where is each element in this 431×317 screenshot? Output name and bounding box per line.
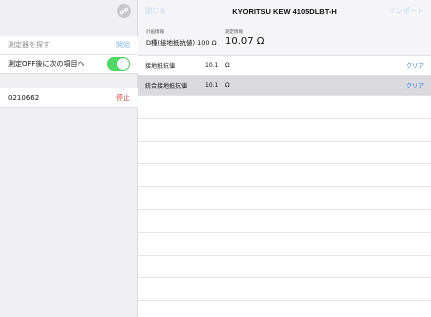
empty-row <box>138 119 431 142</box>
link-icon-glyph <box>119 7 129 15</box>
row-label: 接地抵抗値 <box>145 63 176 70</box>
top-bar: 閉じる KYORITSU KEW 4105DLBT-H インポート <box>138 0 431 22</box>
sidebar-top <box>0 0 137 22</box>
page-title: KYORITSU KEW 4105DLBT-H <box>232 6 337 16</box>
clear-button[interactable]: クリア <box>406 81 424 90</box>
plan-value: D種(接地抵抗値) 100 Ω <box>146 39 217 47</box>
empty-row <box>138 210 431 233</box>
empty-row <box>138 233 431 256</box>
empty-row <box>138 164 431 188</box>
empty-row <box>138 187 431 210</box>
row-label: 統合接地抵抗値 <box>145 83 188 90</box>
device-id: 0210662 <box>8 93 40 102</box>
table-row[interactable]: 接地抵抗値 10.1 Ω クリア <box>138 56 431 76</box>
plan-info: 計画情報 D種(接地抵抗値) 100 Ω <box>146 29 217 47</box>
next-item-toggle-row: 測定OFF後に次の項目へ <box>0 55 138 74</box>
row-unit: Ω <box>225 62 230 69</box>
measure-info: 測定情報 10.07 Ω <box>225 29 264 47</box>
search-start-button[interactable]: 開始 <box>116 40 130 50</box>
next-item-toggle-label: 測定OFF後に次の項目へ <box>8 60 85 68</box>
empty-row <box>138 278 431 302</box>
main-panel: 閉じる KYORITSU KEW 4105DLBT-H インポート 計画情報 D… <box>138 0 431 317</box>
empty-row <box>138 96 431 119</box>
measure-caption: 測定情報 <box>225 30 243 35</box>
next-item-toggle[interactable] <box>107 57 130 71</box>
table-row[interactable]: 統合接地抵抗値 10.1 Ω クリア <box>138 76 431 96</box>
stop-button[interactable]: 停止 <box>116 93 130 103</box>
search-device-label: 測定器を探す <box>8 41 50 49</box>
measure-value: 10.07 Ω <box>225 36 265 47</box>
row-value: 10.1 <box>205 62 219 69</box>
plan-caption: 計画情報 <box>146 30 164 35</box>
link-icon[interactable] <box>117 4 131 18</box>
empty-row <box>138 142 431 165</box>
empty-row <box>138 256 431 279</box>
clear-button[interactable]: クリア <box>406 61 424 70</box>
import-button[interactable]: インポート <box>389 6 424 16</box>
sidebar: 測定器を探す 開始 測定OFF後に次の項目へ 0210662 停止 <box>0 0 138 317</box>
close-button[interactable]: 閉じる <box>145 6 166 16</box>
row-value: 10.1 <box>205 82 219 89</box>
info-panel: 計画情報 D種(接地抵抗値) 100 Ω 測定情報 10.07 Ω <box>138 22 431 56</box>
device-row[interactable]: 0210662 停止 <box>0 88 138 108</box>
row-unit: Ω <box>225 82 230 89</box>
search-device-row[interactable]: 測定器を探す 開始 <box>0 36 138 55</box>
